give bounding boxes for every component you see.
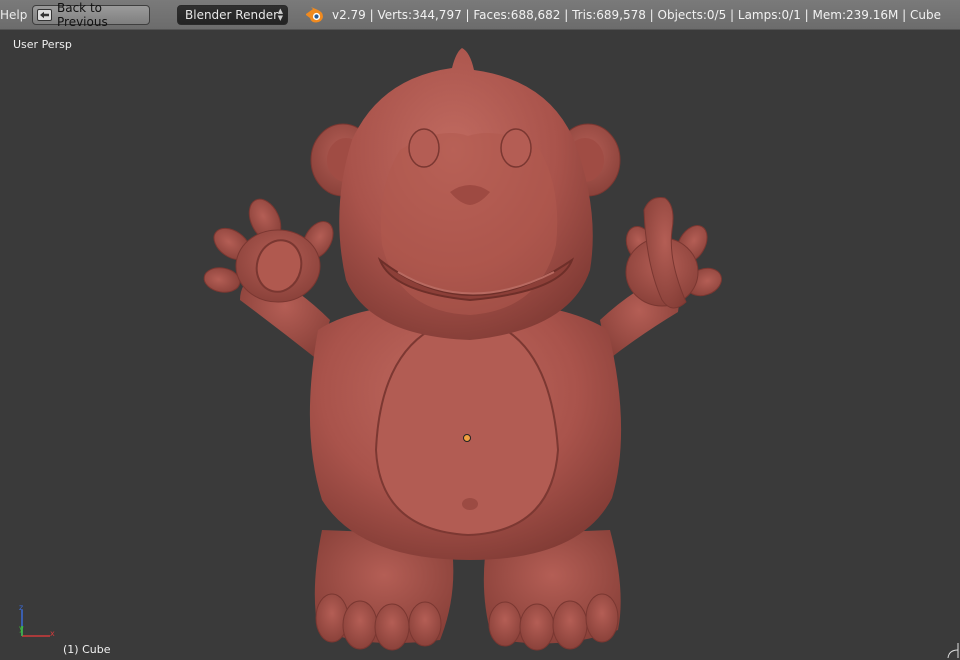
scene-stats: v2.79 | Verts:344,797 | Faces:688,682 | … — [332, 8, 941, 22]
dropdown-arrows-icon: ▲ ▼ — [277, 7, 283, 22]
render-engine-value: Blender Render — [185, 8, 279, 22]
blender-window: Help Back to Previous Blender Render ▲ ▼ … — [0, 0, 960, 660]
axis-y-label: y — [19, 624, 24, 633]
axis-gizmo-icon: z y x — [19, 603, 55, 638]
help-menu[interactable]: Help — [0, 8, 27, 22]
3d-viewport[interactable]: User Persp z y x (1) Cube — [0, 30, 960, 660]
axis-z-label: z — [19, 603, 23, 612]
area-split-corner-icon[interactable] — [945, 642, 960, 660]
axis-x-label: x — [50, 629, 55, 638]
back-to-previous-label: Back to Previous — [57, 1, 108, 29]
blender-logo-icon — [306, 7, 323, 23]
view-perspective-label: User Persp — [13, 38, 72, 51]
render-engine-dropdown[interactable]: Blender Render ▲ ▼ — [177, 5, 288, 25]
info-header: Help Back to Previous Blender Render ▲ ▼ … — [0, 0, 960, 30]
back-arrow-icon — [37, 9, 52, 21]
back-to-previous-button[interactable]: Back to Previous — [32, 1, 150, 29]
monkey-sculpt-model[interactable] — [0, 30, 960, 660]
active-object-label: (1) Cube — [63, 643, 111, 656]
